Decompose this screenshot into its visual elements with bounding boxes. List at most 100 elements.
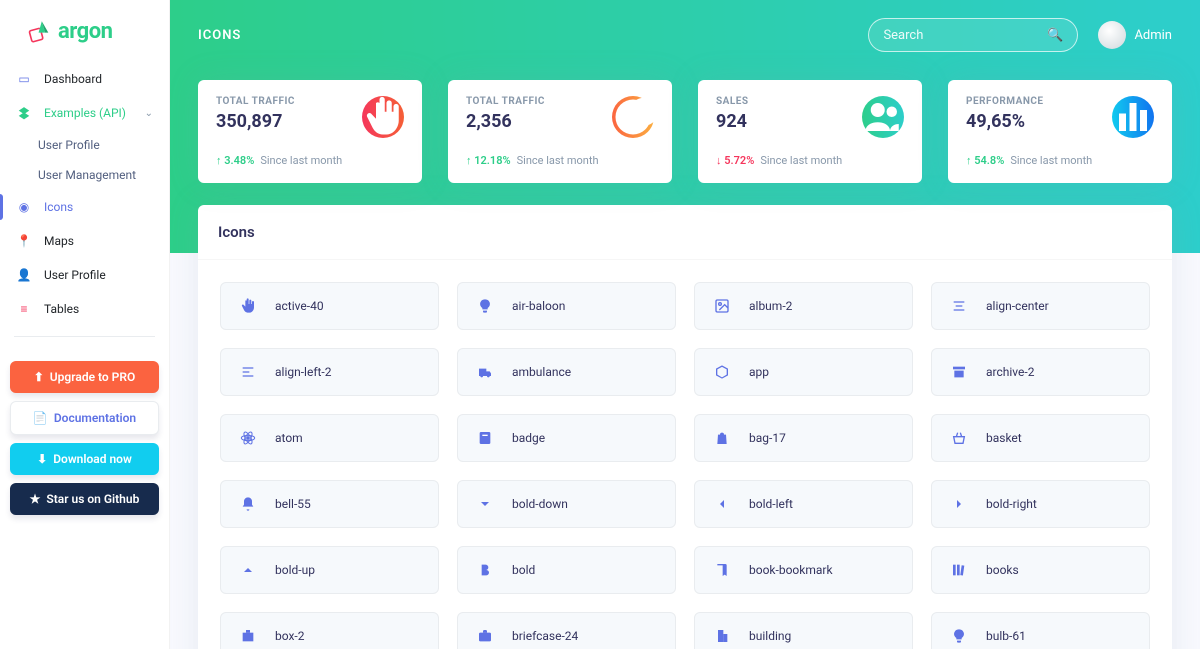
icon-label: book-bookmark	[749, 563, 833, 577]
icon-label: bag-17	[749, 431, 786, 445]
ambulance-icon	[476, 363, 494, 381]
icon-card-album-2[interactable]: album-2	[694, 282, 913, 330]
star-button[interactable]: ★Star us on Github	[10, 483, 159, 515]
icon-card-bulb-61[interactable]: bulb-61	[931, 612, 1150, 649]
icons-panel: Icons active-40 air-baloon album-2 align…	[198, 205, 1172, 649]
bold-icon	[476, 561, 494, 579]
icon-card-bell-55[interactable]: bell-55	[220, 480, 439, 528]
stat-icon	[1112, 96, 1154, 138]
search-input[interactable]	[883, 28, 1041, 43]
bold-down-icon	[476, 495, 494, 513]
upgrade-label: Upgrade to PRO	[50, 370, 135, 384]
icon-card-bold-down[interactable]: bold-down	[457, 480, 676, 528]
icon-card-ambulance[interactable]: ambulance	[457, 348, 676, 396]
icon-label: books	[986, 563, 1019, 577]
nav-user-management[interactable]: User Management	[38, 160, 169, 190]
logo[interactable]: argon	[0, 0, 169, 62]
chevron-down-icon: ⌄	[145, 108, 153, 119]
stats-row: TOTAL TRAFFIC 350,897 ↑ 3.48% Since last…	[198, 80, 1172, 183]
download-button[interactable]: ⬇Download now	[10, 443, 159, 475]
icons-icon: ◉	[16, 199, 32, 215]
icon-card-badge[interactable]: badge	[457, 414, 676, 462]
icon-card-bold-left[interactable]: bold-left	[694, 480, 913, 528]
icon-label: bold-right	[986, 497, 1037, 511]
tables-icon: ≡	[16, 301, 32, 317]
icon-card-box-2[interactable]: box-2	[220, 612, 439, 649]
maps-icon: 📍	[16, 233, 32, 249]
nav-dashboard[interactable]: ▭ Dashboard	[0, 62, 169, 96]
icon-label: album-2	[749, 299, 792, 313]
album-2-icon	[713, 297, 731, 315]
stat-title: TOTAL TRAFFIC	[216, 96, 362, 107]
archive-2-icon	[950, 363, 968, 381]
upgrade-button[interactable]: ⬆ Upgrade to PRO	[10, 361, 159, 393]
app-icon	[713, 363, 731, 381]
nav-tables[interactable]: ≡Tables	[0, 292, 169, 326]
icon-card-books[interactable]: books	[931, 546, 1150, 594]
stat-delta: ↓ 5.72%	[716, 154, 754, 167]
stat-title: SALES	[716, 96, 862, 107]
icon-card-active-40[interactable]: active-40	[220, 282, 439, 330]
align-center-icon	[950, 297, 968, 315]
rocket-icon: ⬆	[34, 370, 44, 384]
stat-card-3: PERFORMANCE 49,65% ↑ 54.8% Since last mo…	[948, 80, 1172, 183]
stat-value: 924	[716, 111, 862, 132]
main: ICONS 🔍 Admin TOTAL TRAFFIC 350,897 ↑ 3.…	[170, 0, 1200, 649]
book-bookmark-icon	[713, 561, 731, 579]
icon-label: align-left-2	[275, 365, 331, 379]
badge-icon	[476, 429, 494, 447]
nav-icons[interactable]: ◉Icons	[0, 190, 169, 224]
doc-icon: 📄	[33, 411, 48, 425]
bulb-61-icon	[950, 627, 968, 645]
nav-dashboard-label: Dashboard	[44, 72, 102, 86]
icon-label: building	[749, 629, 791, 643]
icon-card-building[interactable]: building	[694, 612, 913, 649]
briefcase-24-icon	[476, 627, 494, 645]
dashboard-icon: ▭	[16, 71, 32, 87]
search-icon: 🔍	[1047, 28, 1063, 43]
icon-label: air-baloon	[512, 299, 565, 313]
icon-card-app[interactable]: app	[694, 348, 913, 396]
basket-icon	[950, 429, 968, 447]
bell-55-icon	[239, 495, 257, 513]
icon-card-basket[interactable]: basket	[931, 414, 1150, 462]
avatar	[1098, 21, 1126, 49]
icon-card-atom[interactable]: atom	[220, 414, 439, 462]
icon-card-align-center[interactable]: align-center	[931, 282, 1150, 330]
icon-card-bold-up[interactable]: bold-up	[220, 546, 439, 594]
search-field[interactable]: 🔍	[868, 18, 1078, 52]
nav-user-profile2-label: User Profile	[44, 268, 106, 282]
stat-delta: ↑ 54.8%	[966, 154, 1004, 167]
nav-maps[interactable]: 📍Maps	[0, 224, 169, 258]
stat-since: Since last month	[1010, 154, 1092, 167]
nav-user-profile2[interactable]: 👤User Profile	[0, 258, 169, 292]
icon-card-bag-17[interactable]: bag-17	[694, 414, 913, 462]
icon-card-bold-right[interactable]: bold-right	[931, 480, 1150, 528]
nav-user-profile[interactable]: User Profile	[38, 130, 169, 160]
atom-icon	[239, 429, 257, 447]
icon-card-archive-2[interactable]: archive-2	[931, 348, 1150, 396]
icon-label: bold-up	[275, 563, 315, 577]
icon-card-briefcase-24[interactable]: briefcase-24	[457, 612, 676, 649]
box-2-icon	[239, 627, 257, 645]
panel-title: Icons	[198, 205, 1172, 260]
nav-examples[interactable]: Examples (API) ⌄	[0, 96, 169, 130]
logo-icon	[28, 18, 54, 44]
user-menu[interactable]: Admin	[1098, 21, 1172, 49]
icon-card-align-left-2[interactable]: align-left-2	[220, 348, 439, 396]
icon-card-air-baloon[interactable]: air-baloon	[457, 282, 676, 330]
nav-examples-label: Examples (API)	[44, 106, 126, 120]
stat-card-2: SALES 924 ↓ 5.72% Since last month	[698, 80, 922, 183]
bold-right-icon	[950, 495, 968, 513]
icon-label: bell-55	[275, 497, 311, 511]
page-title: ICONS	[198, 28, 241, 43]
icon-label: bulb-61	[986, 629, 1026, 643]
docs-button[interactable]: 📄Documentation	[10, 401, 159, 435]
stat-value: 49,65%	[966, 111, 1112, 132]
stat-since: Since last month	[517, 154, 599, 167]
download-label: Download now	[53, 452, 132, 466]
icon-card-book-bookmark[interactable]: book-bookmark	[694, 546, 913, 594]
content: Icons active-40 air-baloon album-2 align…	[170, 205, 1200, 649]
icon-card-bold[interactable]: bold	[457, 546, 676, 594]
sidebar: argon ▭ Dashboard Examples (API) ⌄ User Pr…	[0, 0, 170, 649]
